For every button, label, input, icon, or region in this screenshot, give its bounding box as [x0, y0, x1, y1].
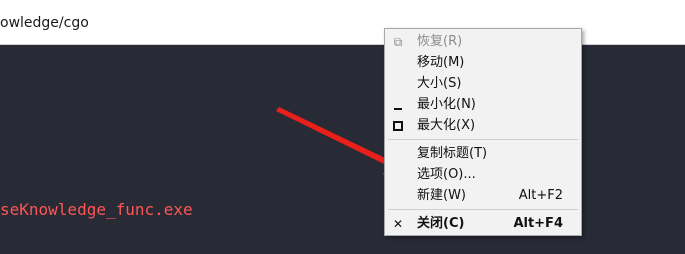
menu-item-options[interactable]: 选项(O)... [385, 164, 581, 186]
menu-item-new[interactable]: 新建(W) Alt+F2 [385, 185, 581, 207]
minimize-icon [391, 97, 405, 113]
close-icon: ✕ [392, 217, 404, 231]
menu-item-label: 新建(W) [417, 188, 466, 203]
menu-item-size[interactable]: 大小(S) [385, 73, 581, 95]
terminal-output-line: seKnowledge_func.exe [0, 200, 193, 219]
menu-separator [388, 209, 578, 210]
menu-item-shortcut: Alt+F4 [513, 216, 563, 231]
menu-item-label: 移动(M) [417, 55, 465, 70]
menu-item-label: 关闭(C) [417, 216, 465, 231]
maximize-icon [391, 118, 405, 134]
menu-item-maximize[interactable]: 最大化(X) [385, 115, 581, 137]
restore-icon: ⧉ [393, 35, 403, 49]
menu-item-label: 大小(S) [417, 76, 462, 91]
menu-item-shortcut: Alt+F2 [518, 188, 563, 203]
menu-item-label: 复制标题(T) [417, 146, 488, 161]
menu-item-restore[interactable]: ⧉ 恢复(R) [385, 31, 581, 53]
menu-separator [388, 139, 578, 140]
menu-item-label: 选项(O)... [417, 167, 476, 182]
menu-item-minimize[interactable]: 最小化(N) [385, 94, 581, 116]
menu-item-label: 最大化(X) [417, 118, 476, 133]
menu-item-close[interactable]: ✕ 关闭(C) Alt+F4 [385, 213, 581, 235]
menu-item-label: 恢复(R) [417, 34, 463, 49]
window-title: owledge/cgo [0, 15, 89, 31]
menu-item-copy-title[interactable]: 复制标题(T) [385, 143, 581, 165]
window-titlebar[interactable]: owledge/cgo [0, 0, 685, 45]
system-context-menu: ⧉ 恢复(R) 移动(M) 大小(S) 最小化(N) 最大化(X) 复制标题(T… [384, 28, 582, 236]
menu-item-move[interactable]: 移动(M) [385, 52, 581, 74]
menu-item-label: 最小化(N) [417, 97, 476, 112]
